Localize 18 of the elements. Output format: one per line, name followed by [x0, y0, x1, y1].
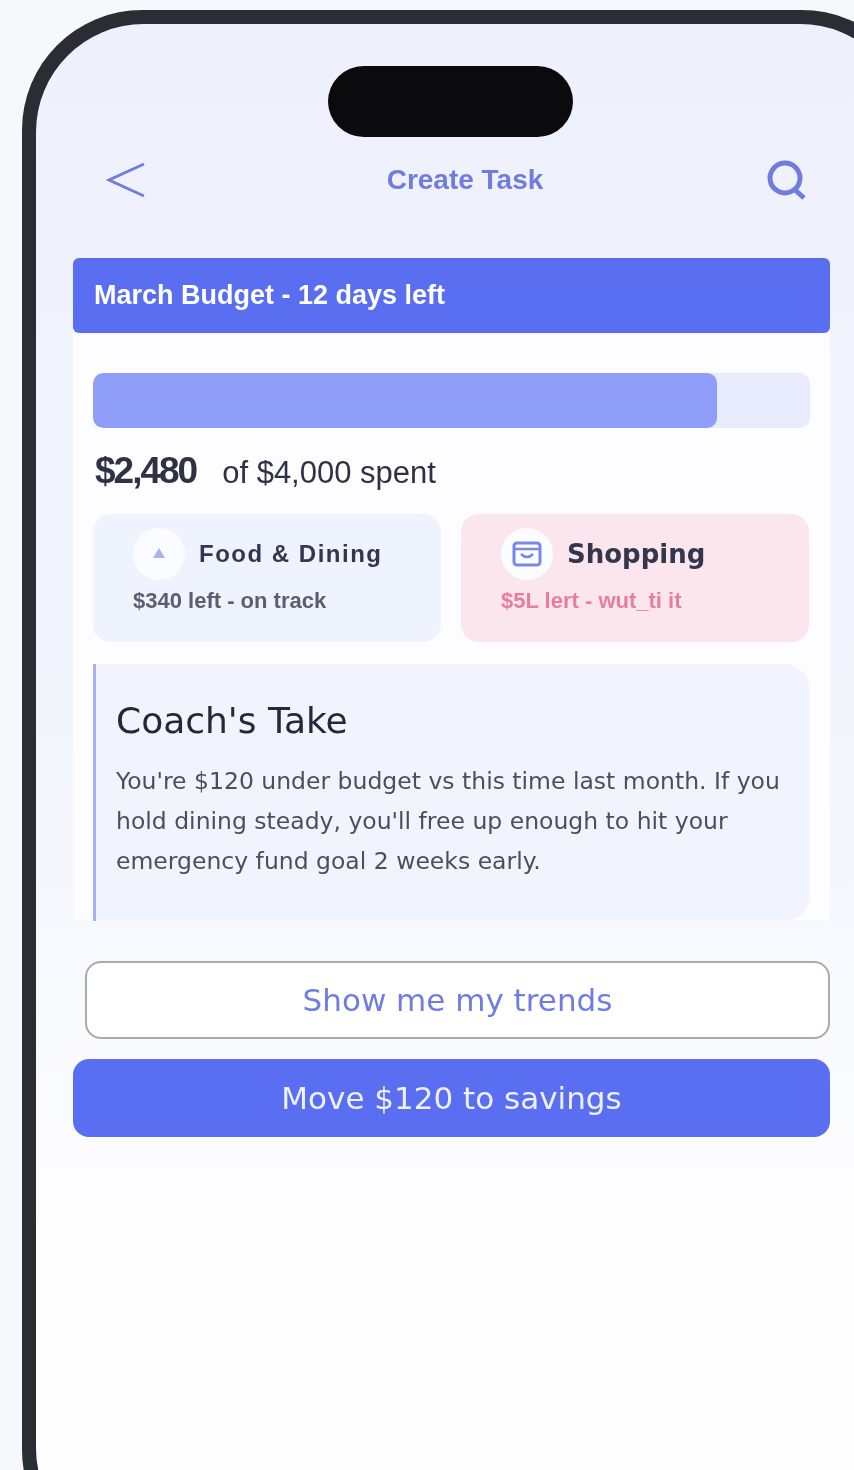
screen-title: Create Task: [386, 164, 544, 196]
category-status: $5L lert - wut_ti it: [501, 588, 683, 614]
spent-amount: $2,480: [95, 450, 197, 492]
category-icon: [501, 528, 553, 580]
coach-title: Coach's Take: [116, 700, 349, 741]
secondary-button[interactable]: Show me my trends: [85, 961, 830, 1039]
category-card[interactable]: Shopping $5L lert - wut_ti it: [461, 514, 809, 642]
search-icon[interactable]: [766, 159, 808, 201]
category-card[interactable]: Food & Dining $340 left - on track: [93, 514, 441, 642]
category-name: Shopping: [567, 539, 706, 569]
primary-button[interactable]: Move $120 to savings: [73, 1059, 830, 1137]
budget-total: of $4,000 spent: [222, 455, 436, 491]
coach-text: You're $120 under budget vs this time last month. If you hold dining steady, you'll free up enough to hit your emergency fund goal 2 weeks early.: [116, 766, 781, 877]
category-status: $340 left - on track: [133, 588, 328, 614]
category-icon: [133, 528, 185, 580]
category-name: Food & Dining: [199, 540, 383, 568]
back-icon[interactable]: [106, 162, 146, 198]
budget-banner: March Budget - 12 days left: [73, 258, 830, 333]
